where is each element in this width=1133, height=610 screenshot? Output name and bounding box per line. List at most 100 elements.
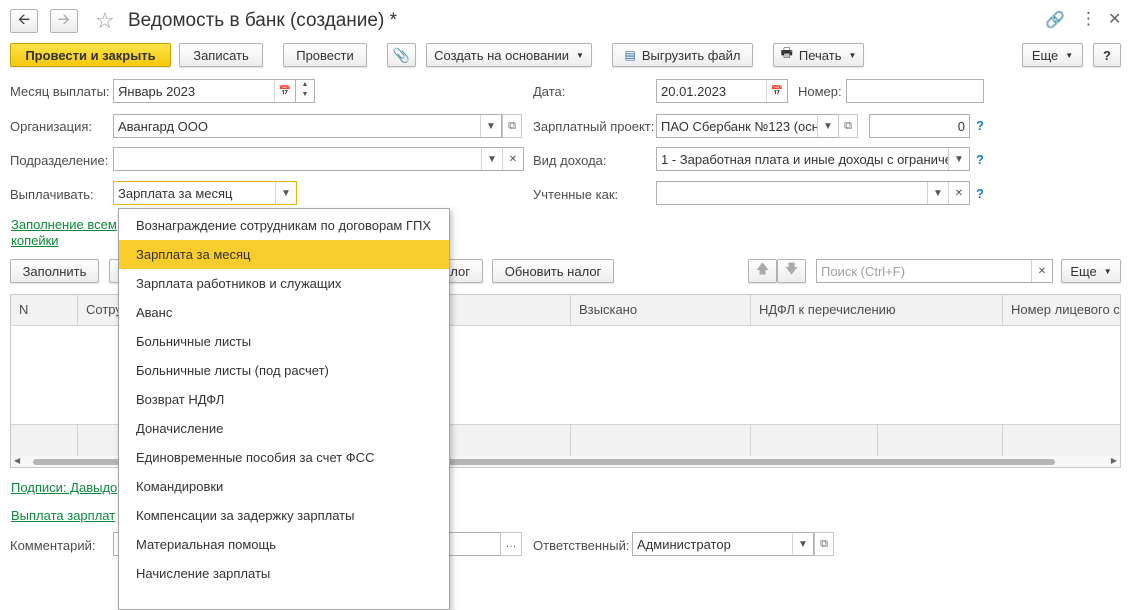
update-tax-button[interactable]: Обновить налог (492, 259, 614, 283)
income-type-label: Вид дохода: (533, 153, 607, 168)
arrow-left-icon: 🡨 (17, 10, 31, 28)
income-type-field[interactable]: 1 - Заработная плата и иные доходы с огр… (656, 147, 970, 171)
organization-label: Организация: (10, 119, 93, 134)
paperclip-icon: 📎 (392, 46, 411, 63)
chevron-down-icon[interactable]: ▼ (480, 115, 501, 137)
printer-icon: 🖶 (780, 45, 793, 60)
dropdown-option[interactable]: Больничные листы (119, 327, 449, 356)
post-and-close-button[interactable]: Провести и закрыть (10, 43, 171, 67)
dropdown-option[interactable]: Вознаграждение сотрудникам по договорам … (119, 211, 449, 240)
clear-icon[interactable]: ✕ (948, 182, 969, 204)
create-based-button[interactable]: Создать на основании ▼ (426, 43, 592, 67)
column-header-collected[interactable]: Взыскано (571, 295, 751, 326)
chevron-down-icon[interactable]: ▼ (275, 182, 296, 204)
help-icon[interactable]: ? (976, 118, 984, 133)
counted-as-field[interactable]: ▼ ✕ (656, 181, 970, 205)
calendar-icon[interactable]: 📅 (766, 80, 787, 102)
arrow-up-icon: 🡅 (755, 261, 770, 276)
link-icon[interactable]: 🔗 (1045, 10, 1065, 30)
scroll-left-icon[interactable]: ◀ (14, 456, 20, 465)
pay-type-dropdown[interactable]: Вознаграждение сотрудникам по договорам … (118, 208, 450, 610)
salary-project-field[interactable]: ПАО Сбербанк №123 (осн ▼ (656, 114, 839, 138)
clear-icon[interactable]: ✕ (1031, 260, 1052, 282)
nav-back-button[interactable]: 🡨 (10, 9, 38, 33)
dropdown-arrow-icon: ▼ (848, 50, 857, 60)
close-icon[interactable]: ✕ (1108, 9, 1121, 29)
dropdown-option[interactable]: Командировки (119, 472, 449, 501)
chevron-down-icon[interactable]: ▼ (817, 115, 838, 137)
open-salary-project-icon[interactable]: ⧉ (838, 114, 858, 138)
more-vert-icon[interactable]: ⋮ (1080, 9, 1097, 29)
more-button[interactable]: Еще ▼ (1022, 43, 1083, 67)
dropdown-option[interactable]: Начисление зарплаты (119, 559, 449, 588)
comment-open-button[interactable]: … (500, 532, 522, 556)
counted-as-label: Учтенные как: (533, 187, 619, 202)
export-icon: ▤ (624, 48, 636, 62)
table-footer-cell (1003, 424, 1120, 456)
favorite-star-icon[interactable]: ☆ (95, 8, 115, 34)
pay-label: Выплачивать: (10, 187, 94, 202)
organization-field[interactable]: Авангард ООО ▼ (113, 114, 502, 138)
fill-button[interactable]: Заполнить (10, 259, 99, 283)
dropdown-option[interactable]: Единовременные пособия за счет ФСС (119, 443, 449, 472)
dropdown-option[interactable]: Больничные листы (под расчет) (119, 356, 449, 385)
table-footer-cell (571, 424, 751, 456)
scroll-right-icon[interactable]: ▶ (1111, 456, 1117, 465)
dropdown-option[interactable]: Аванс (119, 298, 449, 327)
dropdown-option[interactable]: Зарплата работников и служащих (119, 269, 449, 298)
move-up-button[interactable]: 🡅 (748, 259, 777, 283)
dropdown-option[interactable]: Доначисление (119, 414, 449, 443)
print-button[interactable]: 🖶 Печать ▼ (773, 43, 864, 67)
table-footer-cell (11, 424, 78, 456)
arrow-right-icon: 🡪 (57, 10, 71, 28)
salary-payment-link[interactable]: Выплата зарплат (11, 508, 115, 523)
open-responsible-icon[interactable]: ⧉ (814, 532, 834, 556)
department-field[interactable]: ▼ ✕ (113, 147, 524, 171)
nav-forward-button[interactable]: 🡪 (50, 9, 78, 33)
dropdown-arrow-icon: ▼ (1065, 50, 1074, 60)
arrow-down-icon: 🡇 (784, 261, 799, 276)
dropdown-option[interactable]: Возврат НДФЛ (119, 385, 449, 414)
dropdown-option[interactable]: Материальная помощь (119, 530, 449, 559)
chevron-down-icon[interactable]: ▼ (927, 182, 948, 204)
open-organization-icon[interactable]: ⧉ (502, 114, 522, 138)
search-input[interactable]: Поиск (Ctrl+F) ✕ (816, 259, 1053, 283)
number-label: Номер: (798, 84, 842, 99)
column-header-ndfl[interactable]: НДФЛ к перечислению (751, 295, 1003, 326)
chevron-down-icon[interactable]: ▼ (948, 148, 969, 170)
help-icon[interactable]: ? (976, 152, 984, 167)
export-file-button[interactable]: ▤ Выгрузить файл (612, 43, 753, 67)
help-button[interactable]: ? (1093, 43, 1121, 67)
salary-project-number-field[interactable]: 0 (869, 114, 970, 138)
fill-all-link[interactable]: Заполнение всем (11, 217, 117, 232)
column-header-account[interactable]: Номер лицевого сч (1003, 295, 1120, 326)
help-icon[interactable]: ? (976, 186, 984, 201)
page-title: Ведомость в банк (создание) * (128, 10, 397, 31)
month-stepper[interactable]: ▲ ▼ (295, 79, 315, 103)
responsible-label: Ответственный: (533, 538, 630, 553)
clear-icon[interactable]: ✕ (502, 148, 523, 170)
table-more-button[interactable]: Еще ▼ (1061, 259, 1121, 283)
move-down-button[interactable]: 🡇 (777, 259, 806, 283)
post-button[interactable]: Провести (283, 43, 367, 67)
kopecks-link[interactable]: копейки (11, 233, 59, 248)
number-field[interactable] (846, 79, 984, 103)
dropdown-arrow-icon: ▼ (575, 50, 584, 60)
comment-label: Комментарий: (10, 538, 96, 553)
chevron-down-icon[interactable]: ▼ (792, 533, 813, 555)
responsible-field[interactable]: Администратор ▼ (632, 532, 814, 556)
save-button[interactable]: Записать (179, 43, 263, 67)
dropdown-option[interactable]: Зарплата за месяц (119, 240, 449, 269)
attach-button[interactable]: 📎 (387, 43, 416, 67)
month-label: Месяц выплаты: (10, 84, 110, 99)
dropdown-list: Вознаграждение сотрудникам по договорам … (119, 209, 449, 588)
dropdown-option[interactable]: Компенсации за задержку зарплаты (119, 501, 449, 530)
chevron-down-icon[interactable]: ▼ (481, 148, 502, 170)
calendar-icon[interactable]: 📅 (274, 80, 295, 102)
month-field[interactable]: Январь 2023 📅 (113, 79, 296, 103)
date-field[interactable]: 20.01.2023 📅 (656, 79, 788, 103)
column-header-n[interactable]: N (11, 295, 78, 326)
dropdown-arrow-icon: ▼ (1103, 266, 1112, 276)
signatures-link[interactable]: Подписи: Давыдо (11, 480, 117, 495)
pay-field[interactable]: Зарплата за месяц ▼ (113, 181, 297, 205)
